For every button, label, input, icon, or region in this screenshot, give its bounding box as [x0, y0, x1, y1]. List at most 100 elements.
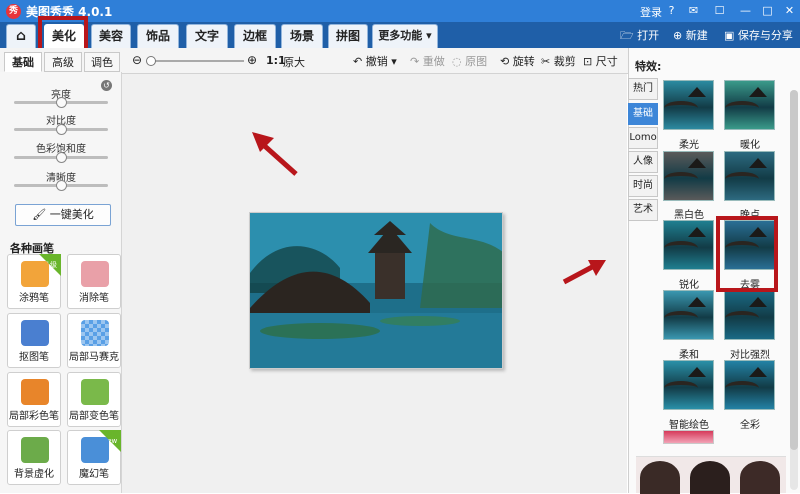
tab-beautify[interactable]: 美化	[44, 24, 84, 48]
contrast-slider[interactable]	[14, 124, 108, 135]
brush-blur-bg[interactable]: 背景虚化	[7, 430, 61, 485]
effect-thumb-smart-color[interactable]	[663, 360, 714, 410]
effect-thumb-full-color[interactable]	[724, 360, 775, 410]
subtab-advanced[interactable]: 高级	[44, 52, 82, 72]
brush-local-recolor[interactable]: 局部变色笔	[67, 372, 121, 427]
save-icon: ▣	[724, 29, 735, 42]
zoom-slider[interactable]	[146, 56, 244, 66]
minimize-icon[interactable]: —	[738, 3, 753, 18]
effect-label: 晚点	[740, 210, 760, 221]
pencil-icon	[21, 261, 49, 287]
tab-collage[interactable]: 拼图	[328, 24, 368, 48]
effect-thumb-mild[interactable]	[663, 290, 714, 340]
plus-circle-icon: ⊕	[673, 29, 683, 42]
bridge-mini-icon	[664, 241, 698, 255]
subtab-basic[interactable]: 基础	[4, 52, 42, 72]
crop-button[interactable]: ✂ 裁剪	[541, 53, 576, 69]
resize-button[interactable]: ⊡ 尺寸	[583, 53, 618, 69]
undo-button[interactable]: ↶ 撤销 ▾	[353, 53, 397, 69]
tab-beauty[interactable]: 美容	[91, 24, 131, 48]
effect-thumb-warm[interactable]	[724, 80, 775, 130]
new-button[interactable]: ⊕ 新建	[673, 27, 708, 43]
brush-doodle[interactable]: 升级 涂鸦笔	[7, 254, 61, 309]
pagoda-mini-icon	[688, 297, 706, 307]
blur-lens-icon	[21, 437, 49, 463]
brush-local-color[interactable]: 局部彩色笔	[7, 372, 61, 427]
brush-cutout[interactable]: 抠图笔	[7, 313, 61, 368]
feedback-icon[interactable]: ✉	[686, 3, 701, 18]
effect-thumb-high-contrast[interactable]	[724, 290, 775, 340]
title-bar: 秀 美图秀秀 4.0.1 登录 ? ✉ ☐ — □ ✕	[0, 0, 800, 22]
help-icon[interactable]: ?	[664, 3, 679, 18]
rotate-icon: ⟲	[500, 55, 510, 68]
close-icon[interactable]: ✕	[782, 3, 797, 18]
effect-label: 黑白色	[674, 210, 704, 221]
rotate-button[interactable]: ⟲ 旋转	[500, 53, 535, 69]
effect-label: 智能绘色	[669, 420, 709, 431]
pagoda-mini-icon	[688, 367, 706, 377]
portrait-thumb-1	[640, 461, 680, 494]
zoom-out-icon[interactable]: ⊖	[132, 53, 142, 67]
effect-thumb-partial[interactable]	[663, 430, 714, 444]
brush-label: 抠图笔	[19, 352, 49, 363]
one-key-beautify-button[interactable]: 🖌 一键美化	[15, 204, 111, 226]
zoom-knob[interactable]	[146, 56, 156, 66]
brush-label: 背景虚化	[14, 469, 54, 480]
tab-decor[interactable]: 饰品	[137, 24, 179, 48]
effect-label: 对比强烈	[730, 350, 770, 361]
effects-scrollbar[interactable]	[790, 90, 798, 490]
photo-preview[interactable]	[249, 212, 503, 369]
redo-button[interactable]: ↷ 重做	[410, 53, 445, 69]
portrait-thumb-2	[690, 461, 730, 494]
brush-label: 涂鸦笔	[19, 293, 49, 304]
brush-magic[interactable]: new 魔幻笔	[67, 430, 121, 485]
effect-thumb-bw[interactable]	[663, 151, 714, 201]
effect-thumb-dehaze[interactable]	[724, 220, 775, 270]
undo-icon: ↶	[353, 55, 363, 68]
tab-scene[interactable]: 场景	[281, 24, 323, 48]
effect-cat-hot[interactable]: 热门	[628, 78, 658, 100]
pagoda-mini-icon	[749, 367, 767, 377]
ad-banner[interactable]	[636, 456, 786, 494]
saturation-knob[interactable]	[56, 152, 67, 163]
effect-cat-lomo[interactable]: Lomo	[628, 127, 658, 149]
reset-button[interactable]: ◌ 原图	[452, 53, 487, 69]
reset-icon: ◌	[452, 55, 462, 68]
effect-label: 柔光	[679, 140, 699, 151]
brush-mosaic[interactable]: 局部马赛克	[67, 313, 121, 368]
bridge-mini-icon	[664, 172, 698, 186]
tab-frame[interactable]: 边框	[234, 24, 276, 48]
zoom-in-icon[interactable]: ⊕	[247, 53, 257, 67]
brush-label: 局部变色笔	[69, 411, 119, 422]
sharpness-slider[interactable]	[14, 180, 108, 191]
tab-more[interactable]: 更多功能 ▾	[372, 24, 438, 48]
brightness-slider[interactable]	[14, 97, 108, 108]
subtab-color[interactable]: 调色	[84, 52, 120, 72]
save-share-button[interactable]: ▣ 保存与分享	[724, 27, 793, 43]
tab-text[interactable]: 文字	[186, 24, 228, 48]
home-icon[interactable]: ⌂	[6, 24, 36, 48]
open-button[interactable]: 🗁 打开	[620, 27, 659, 46]
saturation-slider[interactable]	[14, 152, 108, 163]
effect-thumb-sharpen[interactable]	[663, 220, 714, 270]
effect-cat-portrait[interactable]: 人像	[628, 151, 658, 173]
brightness-knob[interactable]	[56, 97, 67, 108]
scroll-thumb[interactable]	[790, 90, 798, 450]
original-size-label[interactable]: 原大	[283, 54, 305, 70]
sharpness-knob[interactable]	[56, 180, 67, 191]
effect-cat-basic[interactable]: 基础	[628, 103, 658, 125]
maximize-icon[interactable]: □	[760, 3, 775, 18]
effect-cat-art[interactable]: 艺术	[628, 199, 658, 221]
effect-thumb-late[interactable]	[724, 151, 775, 201]
bridge-mini-icon	[725, 381, 759, 395]
effect-thumb-soft-light[interactable]	[663, 80, 714, 130]
arrow-annotation-icon	[562, 260, 606, 285]
effect-cat-fashion[interactable]: 时尚	[628, 175, 658, 197]
skin-icon[interactable]: ☐	[712, 3, 727, 18]
bridge-mini-icon	[664, 381, 698, 395]
contrast-knob[interactable]	[56, 124, 67, 135]
login-link[interactable]: 登录	[640, 4, 662, 20]
brush-eraser[interactable]: 消除笔	[67, 254, 121, 309]
pagoda-mini-icon	[749, 87, 767, 97]
effect-label: 去雾	[740, 280, 760, 291]
